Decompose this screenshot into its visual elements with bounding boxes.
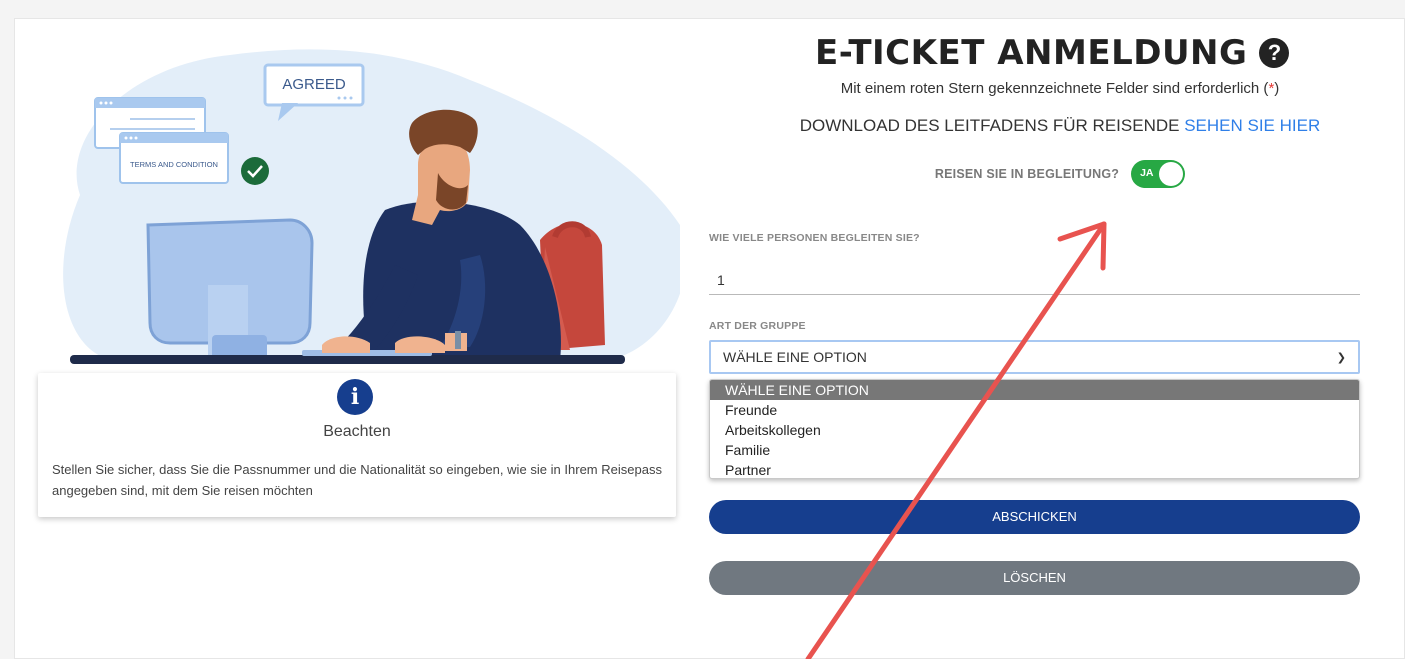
page-title: E-TICKET ANMELDUNG: [815, 33, 1248, 73]
group-option[interactable]: Partner: [710, 460, 1359, 478]
chevron-down-icon: ❯: [1336, 351, 1346, 364]
companion-toggle-text: JA: [1140, 167, 1154, 179]
submit-button[interactable]: ABSCHICKEN: [709, 500, 1360, 534]
terms-label: TERMS AND CONDITION: [130, 160, 218, 169]
computer-monitor: [146, 218, 314, 359]
desk: [70, 355, 625, 364]
companion-label: REISEN SIE IN BEGLEITUNG?: [934, 167, 1120, 181]
companion-toggle[interactable]: JA: [1131, 160, 1186, 188]
group-type-label: ART DER GRUPPE: [709, 320, 806, 332]
group-option[interactable]: WÄHLE EINE OPTION: [710, 380, 1359, 400]
group-type-selected: WÄHLE EINE OPTION: [723, 349, 867, 365]
persons-label: WIE VIELE PERSONEN BEGLEITEN SIE?: [709, 232, 920, 244]
required-fields-note: Mit einem roten Stern gekennzeichnete Fe…: [700, 80, 1405, 97]
download-guide-text: DOWNLOAD DES LEITFADENS FÜR REISENDE: [799, 116, 1180, 135]
group-option[interactable]: Arbeitskollegen: [710, 420, 1359, 440]
group-type-select[interactable]: WÄHLE EINE OPTION ❯: [709, 340, 1360, 374]
download-guide-link[interactable]: SEHEN SIE HIER: [1184, 116, 1320, 135]
registration-illustration: TERMS AND CONDITION AGREED: [63, 49, 680, 364]
group-type-dropdown: WÄHLE EINE OPTION Freunde Arbeitskollege…: [709, 379, 1360, 479]
companion-toggle-row: REISEN SIE IN BEGLEITUNG? JA: [700, 160, 1405, 188]
notice-text: Stellen Sie sicher, dass Sie die Passnum…: [52, 462, 662, 498]
info-icon: i: [337, 379, 373, 415]
download-guide-row: DOWNLOAD DES LEITFADENS FÜR REISENDE SEH…: [700, 116, 1405, 136]
toggle-knob: [1159, 162, 1184, 186]
required-note-end: ): [1274, 80, 1280, 97]
group-option[interactable]: Familie: [710, 440, 1359, 460]
form-header: E-TICKET ANMELDUNG ?: [815, 30, 1290, 76]
question-circle-icon[interactable]: ?: [1259, 38, 1290, 68]
clear-button[interactable]: LÖSCHEN: [709, 561, 1360, 595]
persons-input[interactable]: [709, 265, 1360, 295]
terms-document-icon: TERMS AND CONDITION: [119, 132, 229, 184]
notice-card: i Beachten Stellen Sie sicher, dass Sie …: [38, 373, 676, 517]
notice-title: Beachten: [323, 423, 391, 440]
check-circle-icon: [241, 157, 269, 185]
group-option[interactable]: Freunde: [710, 400, 1359, 420]
agreed-label: AGREED: [282, 76, 346, 93]
required-note-text: Mit einem roten Stern gekennzeichnete Fe…: [840, 80, 1269, 97]
